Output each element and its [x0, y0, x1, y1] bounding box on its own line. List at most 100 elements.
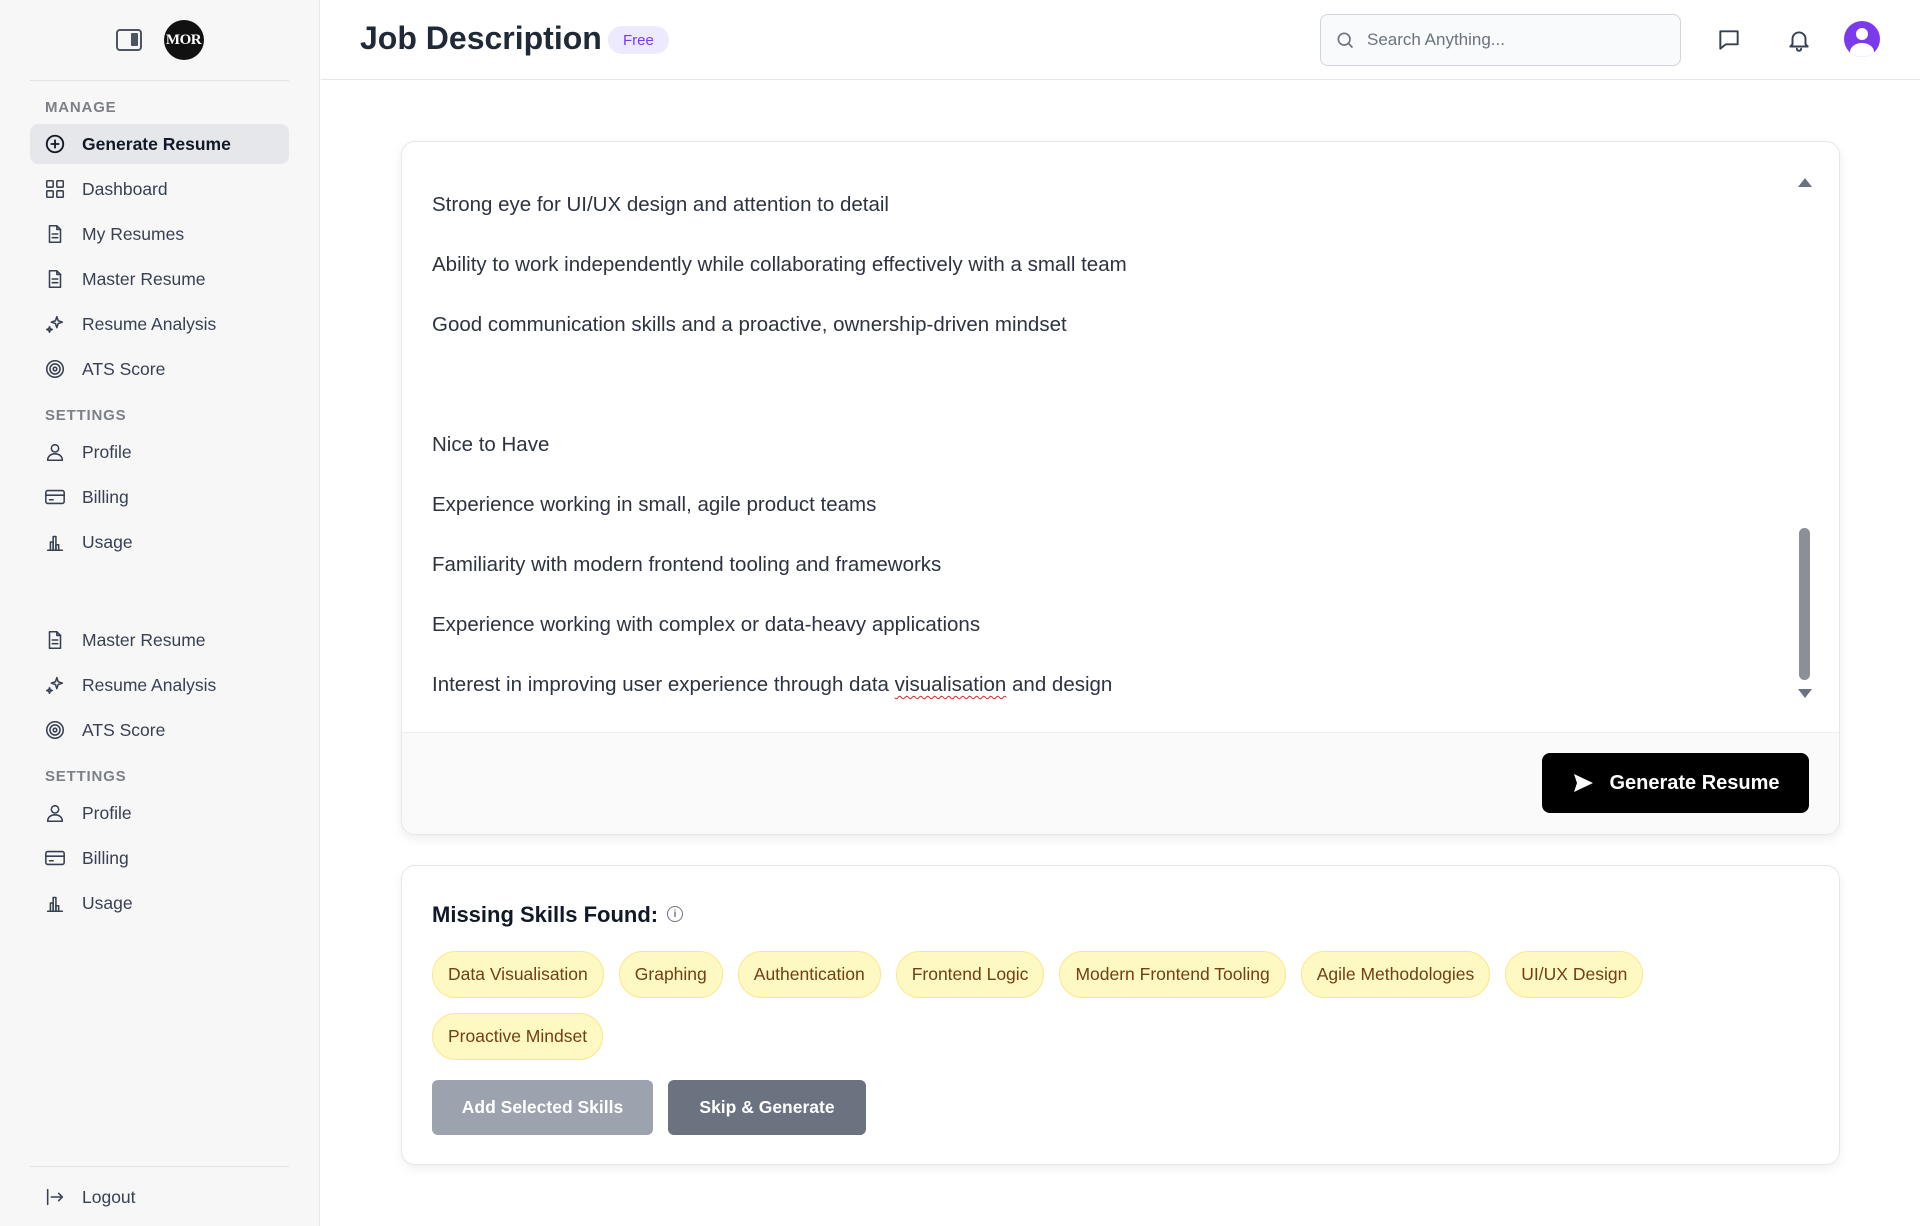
skill-chip[interactable]: Proactive Mindset	[432, 1013, 604, 1060]
search-input[interactable]	[1367, 30, 1657, 50]
sidebar-item-billing[interactable]: Billing	[30, 477, 289, 517]
info-icon[interactable]: i	[667, 906, 683, 922]
scroll-up-arrow-icon[interactable]	[1798, 178, 1812, 187]
sidebar-item-label: Profile	[82, 441, 132, 462]
sidebar-item-master-resume[interactable]: Master Resume	[30, 259, 289, 299]
scroll-down-arrow-icon[interactable]	[1798, 689, 1812, 698]
document-icon	[44, 629, 66, 651]
sidebar-item-ats-score[interactable]: ATS Score	[30, 710, 289, 750]
logout-area: Logout	[0, 1166, 319, 1226]
sidebar-item-dashboard[interactable]: Dashboard	[30, 169, 289, 209]
sidebar-item-generate-resume[interactable]: Generate Resume	[30, 124, 289, 164]
chat-icon[interactable]	[1714, 25, 1744, 55]
skill-chip[interactable]: Agile Methodologies	[1300, 951, 1491, 998]
user-icon	[44, 441, 66, 463]
credit-card-icon	[44, 486, 66, 508]
skip-and-generate-button[interactable]: Skip & Generate	[668, 1080, 866, 1135]
scrollbar[interactable]	[1797, 178, 1812, 698]
sidebar-item-label: Usage	[82, 892, 133, 913]
sparkles-icon	[44, 674, 66, 696]
sidebar-item-label: Resume Analysis	[82, 674, 217, 695]
job-description-line: Strong eye for UI/UX design and attentio…	[432, 193, 889, 216]
sidebar-item-billing[interactable]: Billing	[30, 838, 289, 878]
sidebar-toggle-icon[interactable]	[115, 29, 142, 51]
logout-button[interactable]: Logout	[30, 1177, 289, 1217]
job-description-line: Experience working with complex or data-…	[432, 613, 981, 636]
sidebar-item-label: ATS Score	[82, 358, 166, 379]
logout-icon	[44, 1186, 66, 1208]
job-description-line: Ability to work independently while coll…	[432, 253, 1127, 276]
sidebar-section-label: SETTINGS	[45, 407, 127, 424]
search-icon	[1337, 32, 1354, 49]
page-title: Job Description	[360, 20, 602, 56]
skill-chip[interactable]: UI/UX Design	[1505, 951, 1644, 998]
sidebar-item-label: Usage	[82, 531, 133, 552]
job-description-line: Nice to Have	[432, 433, 550, 456]
sidebar-item-label: Master Resume	[82, 629, 206, 650]
sidebar-item-resume-analysis[interactable]: Resume Analysis	[30, 665, 289, 705]
generate-resume-button[interactable]: Generate Resume	[1542, 753, 1809, 813]
sidebar-item-label: Generate Resume	[82, 133, 231, 154]
sidebar-item-label: Master Resume	[82, 268, 206, 289]
sidebar-item-label: My Resumes	[82, 223, 185, 244]
skill-chip[interactable]: Data Visualisation	[432, 951, 604, 998]
missing-skills-title: Missing Skills Found:	[432, 902, 659, 927]
sidebar-item-label: Billing	[82, 847, 129, 868]
user-avatar[interactable]	[1844, 21, 1880, 57]
sidebar-item-usage[interactable]: Usage	[30, 522, 289, 562]
bar-chart-icon	[44, 531, 66, 553]
sidebar-item-usage[interactable]: Usage	[30, 883, 289, 923]
avatar-head	[1856, 28, 1868, 40]
scrollbar-thumb[interactable]	[1799, 528, 1810, 680]
sidebar-item-label: Dashboard	[82, 178, 168, 199]
search-bar[interactable]	[1320, 14, 1681, 66]
sidebar: MOR MANAGE Generate Resume Dashboard My Res…	[0, 0, 320, 1226]
sidebar-item-master-resume[interactable]: Master Resume	[30, 620, 289, 660]
add-selected-skills-button[interactable]: Add Selected Skills	[432, 1080, 653, 1135]
job-description-textarea[interactable]: Strong eye for UI/UX design and attentio…	[432, 142, 1812, 734]
sidebar-section: Master Resume Resume Analysis ATS Score	[0, 620, 319, 750]
job-description-line: Familiarity with modern frontend tooling…	[432, 553, 942, 576]
sidebar-section: MANAGE Generate Resume Dashboard My Resumes…	[0, 99, 319, 389]
bell-icon[interactable]	[1784, 25, 1814, 55]
sidebar-section: SETTINGS Profile Billing Usage	[0, 768, 319, 923]
logo: MOR	[163, 20, 204, 60]
send-icon	[1574, 774, 1594, 792]
sidebar-item-label: Profile	[82, 802, 132, 823]
missing-skills-card: Missing Skills Found: i Data Visualisati…	[401, 865, 1840, 1165]
sidebar-item-ats-score[interactable]: ATS Score	[30, 349, 289, 389]
sidebar-item-my-resumes[interactable]: My Resumes	[30, 214, 289, 254]
sidebar-item-resume-analysis[interactable]: Resume Analysis	[30, 304, 289, 344]
sidebar-item-profile[interactable]: Profile	[30, 432, 289, 472]
skill-chip[interactable]: Modern Frontend Tooling	[1059, 951, 1286, 998]
bar-chart-icon	[44, 892, 66, 914]
sidebar-divider	[30, 1166, 289, 1167]
sidebar-item-label: Billing	[82, 486, 129, 507]
plus-circle-icon	[44, 133, 66, 155]
target-icon	[44, 719, 66, 741]
job-description-card: Strong eye for UI/UX design and attentio…	[401, 141, 1840, 835]
sidebar-section-label: MANAGE	[45, 99, 117, 116]
sidebar-nav: MANAGE Generate Resume Dashboard My Resumes…	[0, 99, 319, 923]
sidebar-header: MOR	[0, 0, 319, 80]
credit-card-icon	[44, 847, 66, 869]
sidebar-section-label: SETTINGS	[45, 768, 127, 785]
document-icon	[44, 223, 66, 245]
job-description-line: Interest in improving user experience th…	[432, 673, 1113, 696]
skill-chip[interactable]: Graphing	[618, 951, 723, 998]
grid-icon	[44, 178, 66, 200]
sidebar-divider	[30, 80, 289, 81]
sparkles-icon	[44, 313, 66, 335]
avatar-body	[1850, 43, 1874, 57]
job-description-line: Experience working in small, agile produ…	[432, 493, 877, 516]
skill-chips: Data Visualisation Graphing Authentication…	[432, 951, 1732, 1060]
job-description-footer: Generate Resume	[402, 732, 1839, 834]
sidebar-section: SETTINGS Profile Billing Usage	[0, 407, 319, 562]
spellcheck-word: visualisation	[894, 673, 1007, 696]
user-icon	[44, 802, 66, 824]
sidebar-item-profile[interactable]: Profile	[30, 793, 289, 833]
skill-chip[interactable]: Frontend Logic	[895, 951, 1045, 998]
skill-chip[interactable]: Authentication	[737, 951, 881, 998]
plan-badge: Free	[608, 26, 669, 54]
generate-resume-label: Generate Resume	[1609, 771, 1780, 794]
